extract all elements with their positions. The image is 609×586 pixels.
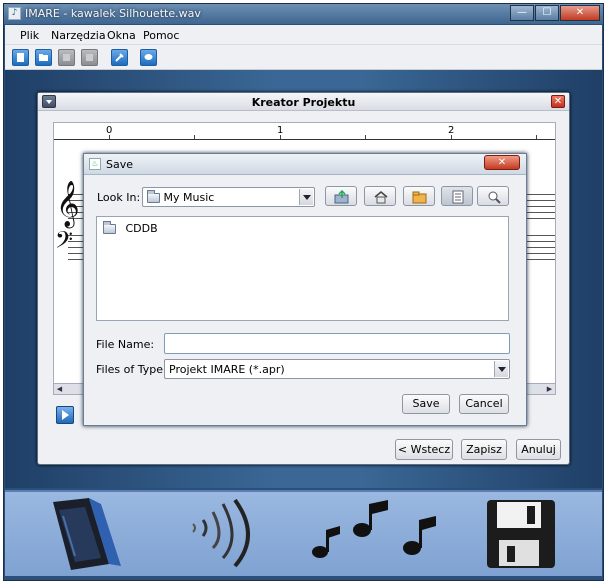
chevron-down-icon[interactable] [299, 189, 313, 205]
look-in-combo[interactable]: My Music [142, 187, 315, 207]
save-icon[interactable] [58, 49, 75, 66]
file-name-field[interactable] [164, 333, 510, 354]
file-name-cddb: CDDB [125, 222, 158, 235]
help-chat-icon[interactable] [140, 49, 157, 66]
app-icon: ♪ [8, 7, 21, 20]
java-icon: ♨ [89, 158, 101, 170]
phone-device-icon[interactable] [45, 496, 125, 575]
minimize-button[interactable]: — [510, 5, 534, 21]
treble-clef-icon: 𝄞 [56, 181, 80, 227]
bass-clef-icon: 𝄢 [55, 226, 74, 259]
new-document-icon[interactable] [12, 49, 29, 66]
zapisz-button[interactable]: Zapisz [461, 439, 507, 460]
scroll-right-icon[interactable]: ▶ [545, 385, 554, 394]
new-folder-button[interactable] [403, 186, 435, 206]
home-button[interactable] [364, 186, 396, 206]
kreator-title: Kreator Projektu [251, 96, 356, 109]
files-of-type-combo[interactable]: Projekt IMARE (*.apr) [164, 359, 510, 379]
folder-icon [147, 190, 160, 203]
tools-icon[interactable] [111, 49, 128, 66]
kreator-title-bar[interactable]: Kreator Projektu ✕ [38, 93, 569, 111]
open-folder-icon[interactable] [35, 49, 52, 66]
menu-pomoc[interactable]: Pomoc [143, 29, 179, 42]
list-view-button[interactable] [441, 186, 473, 206]
menu-narzedzia[interactable]: Narzędzia [51, 29, 106, 42]
kreator-close-button[interactable]: ✕ [551, 95, 565, 108]
up-one-level-button[interactable] [325, 186, 357, 206]
folder-icon [103, 221, 116, 234]
cancel-button[interactable]: Cancel [459, 394, 509, 414]
chevron-down-icon[interactable] [494, 361, 508, 377]
list-item[interactable]: CDDB [103, 221, 158, 235]
save-button[interactable]: Save [402, 394, 450, 414]
menu-plik[interactable]: Plik [20, 29, 39, 42]
export-icon[interactable] [81, 49, 98, 66]
menu-okna[interactable]: Okna [107, 29, 136, 42]
floppy-disk-icon[interactable] [483, 496, 559, 575]
files-of-type-value: Projekt IMARE (*.apr) [169, 363, 285, 376]
time-ruler: 0 1 2 [54, 123, 555, 140]
save-dialog-title: Save [106, 158, 134, 171]
files-of-type-label: Files of Type: [96, 363, 167, 376]
save-dialog-close-button[interactable]: ✕ [484, 155, 520, 170]
window-title: IMARE - kawalek Silhouette.wav [25, 7, 201, 20]
anuluj-button[interactable]: Anuluj [516, 439, 561, 460]
scroll-left-icon[interactable]: ◀ [55, 385, 64, 394]
file-name-label: File Name: [96, 338, 155, 351]
bottom-toolbar [5, 490, 602, 576]
toolbar [5, 45, 602, 70]
save-dialog-title-bar[interactable]: ♨ Save ✕ [84, 154, 526, 175]
look-in-value: My Music [163, 191, 215, 204]
window-controls: — ☐ ✕ [509, 5, 600, 21]
title-bar[interactable]: ♪ IMARE - kawalek Silhouette.wav — ☐ ✕ [4, 4, 603, 24]
look-in-label: Look In: [97, 191, 141, 204]
file-list[interactable]: CDDB [96, 216, 509, 321]
music-notes-icon[interactable] [308, 500, 448, 571]
details-view-button[interactable] [477, 186, 509, 206]
back-button[interactable]: < Wstecz [395, 439, 453, 460]
close-window-button[interactable]: ✕ [560, 5, 600, 21]
sound-waves-icon[interactable] [183, 498, 273, 575]
maximize-button[interactable]: ☐ [535, 5, 559, 21]
play-button[interactable] [56, 406, 74, 424]
menu-bar: Plik Narzędzia Okna Pomoc [5, 25, 602, 45]
